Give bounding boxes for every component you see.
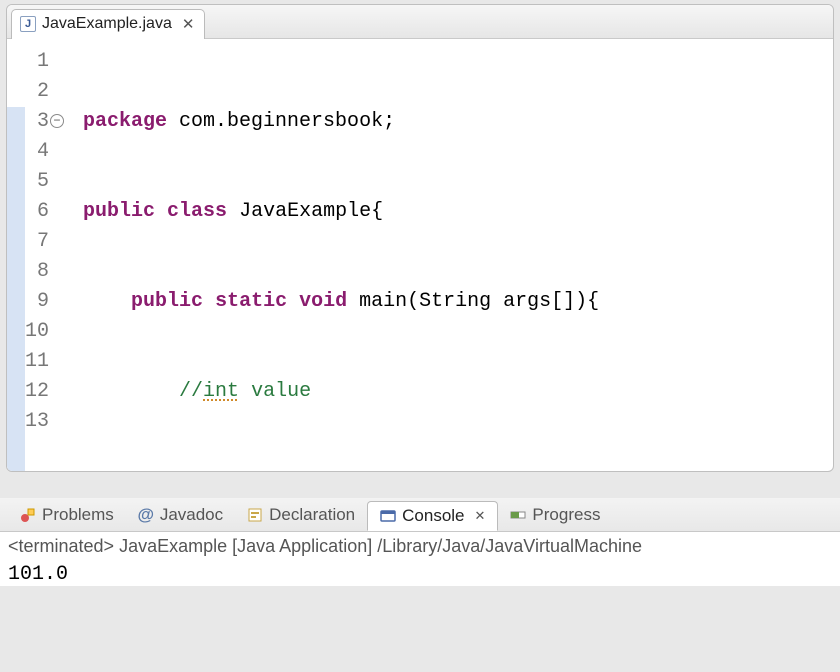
editor-pane: J JavaExample.java ✕ 1 2 3− 4 5 6 (6, 4, 834, 472)
editor-tab-bar: J JavaExample.java ✕ (7, 5, 833, 39)
folding-column (57, 47, 75, 471)
tab-javadoc[interactable]: @ Javadoc (126, 501, 235, 529)
tab-label: Declaration (269, 505, 355, 525)
line-number-gutter: 1 2 3− 4 5 6 7 8 9 10 11 12 13 (25, 47, 57, 471)
fold-toggle-icon[interactable]: − (50, 114, 64, 128)
code-line: package com.beginnersbook; (83, 107, 833, 137)
code-line: public static void main(String args[]){ (83, 287, 833, 317)
tab-label: Progress (532, 505, 600, 525)
tab-declaration[interactable]: Declaration (235, 501, 367, 529)
marker-column (7, 47, 25, 471)
tab-progress[interactable]: Progress (498, 501, 612, 529)
tab-label: Problems (42, 505, 114, 525)
file-tab-label: JavaExample.java (42, 15, 172, 33)
close-icon[interactable]: ✕ (182, 15, 195, 33)
javadoc-icon: @ (138, 507, 154, 523)
code-lines[interactable]: package com.beginnersbook; public class … (75, 47, 833, 471)
code-line: int inum = 101; (83, 467, 833, 471)
code-editor[interactable]: 1 2 3− 4 5 6 7 8 9 10 11 12 13 package c… (7, 39, 833, 471)
bottom-tab-strip: Problems @ Javadoc Declaration Console ✕… (0, 498, 840, 532)
tab-problems[interactable]: Problems (8, 501, 126, 529)
file-tab[interactable]: J JavaExample.java ✕ (11, 9, 205, 39)
code-line: //int value (83, 377, 833, 407)
code-line: public class JavaExample{ (83, 197, 833, 227)
java-file-icon: J (20, 16, 36, 32)
console-status: <terminated> JavaExample [Java Applicati… (8, 536, 832, 557)
console-output: 101.0 (8, 563, 832, 586)
declaration-icon (247, 507, 263, 523)
console-body: <terminated> JavaExample [Java Applicati… (0, 532, 840, 586)
progress-icon (510, 507, 526, 523)
bottom-pane: Problems @ Javadoc Declaration Console ✕… (0, 498, 840, 586)
tab-label: Javadoc (160, 505, 223, 525)
tab-console[interactable]: Console ✕ (367, 501, 498, 531)
problems-icon (20, 507, 36, 523)
console-icon (380, 508, 396, 524)
tab-label: Console (402, 506, 464, 526)
close-icon[interactable]: ✕ (475, 508, 486, 524)
